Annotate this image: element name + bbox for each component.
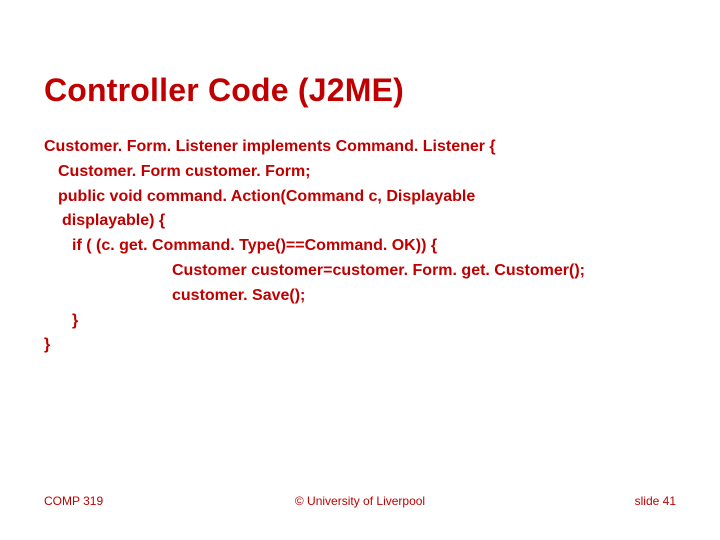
slide-number: slide 41 bbox=[635, 494, 676, 508]
copyright-text: © University of Liverpool bbox=[0, 494, 720, 508]
slide-title: Controller Code (J2ME) bbox=[44, 72, 676, 109]
code-line: customer. Save(); bbox=[44, 284, 676, 309]
code-line: if ( (c. get. Command. Type()==Command. … bbox=[44, 234, 676, 259]
code-line: Customer. Form. Listener implements Comm… bbox=[44, 135, 676, 160]
code-line: public void command. Action(Command c, D… bbox=[44, 185, 676, 210]
code-line: Customer customer=customer. Form. get. C… bbox=[44, 259, 676, 284]
code-listing: Customer. Form. Listener implements Comm… bbox=[44, 135, 676, 358]
code-line: } bbox=[44, 333, 676, 358]
code-line: } bbox=[44, 309, 676, 334]
code-line: Customer. Form customer. Form; bbox=[44, 160, 676, 185]
code-line: displayable) { bbox=[44, 209, 676, 234]
